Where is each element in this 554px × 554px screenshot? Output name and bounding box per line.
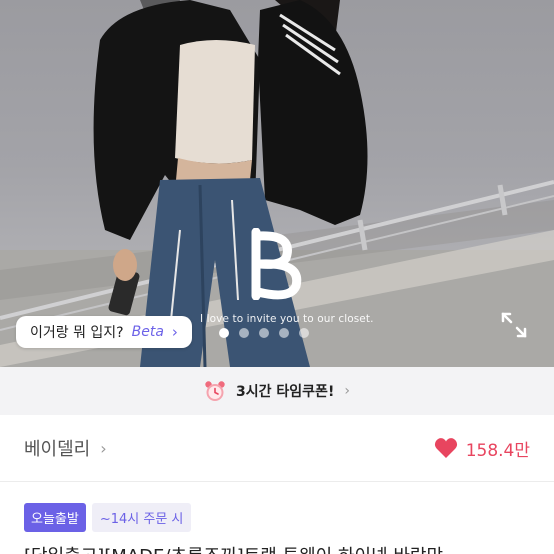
carousel-dot[interactable] [259,328,269,338]
carousel-dot[interactable] [239,328,249,338]
chevron-right-icon: › [171,323,178,341]
shop-name: 베이델리 [24,439,91,460]
photo-tagline: I love to invite you to our closet. [200,313,374,325]
section-divider [0,481,554,482]
carousel-dot[interactable] [279,328,289,338]
chevron-right-icon: › [100,438,107,458]
carousel-indicator [219,328,309,338]
shop-link[interactable]: 베이델리 › [24,435,107,461]
carousel-dot[interactable] [299,328,309,338]
outfit-suggestion-chip[interactable]: 이거랑 뭐 입지? Beta › [16,316,192,348]
shop-info-row: 베이델리 › 158.4만 [0,415,554,481]
chevron-right-icon: › [344,383,350,399]
product-title: [당일출고][MADE/초롱조끼]트랙 투웨이 하이넥 바람막 [24,542,544,554]
alarm-clock-icon [205,381,225,401]
carousel-dot[interactable] [219,328,229,338]
product-image-carousel[interactable]: I love to invite you to our closet. 이거랑 … [0,0,554,367]
outfit-suggestion-label: 이거랑 뭐 입지? [30,325,124,341]
time-coupon-banner[interactable]: 3시간 타임쿠폰! › [0,367,554,415]
shipping-badges: 오늘출발 ~14시 주문 시 [24,503,192,532]
like-button[interactable]: 158.4만 [434,436,530,461]
coupon-label: 3시간 타임쿠폰! [236,384,335,400]
product-photo [0,0,554,367]
expand-icon[interactable] [500,311,528,339]
brand-b-logo [251,228,302,300]
beta-label: Beta [131,324,164,340]
heart-icon [434,438,457,458]
today-shipping-badge: 오늘출발 [24,503,86,532]
order-cutoff-badge: ~14시 주문 시 [91,503,192,532]
like-count: 158.4만 [465,440,530,461]
